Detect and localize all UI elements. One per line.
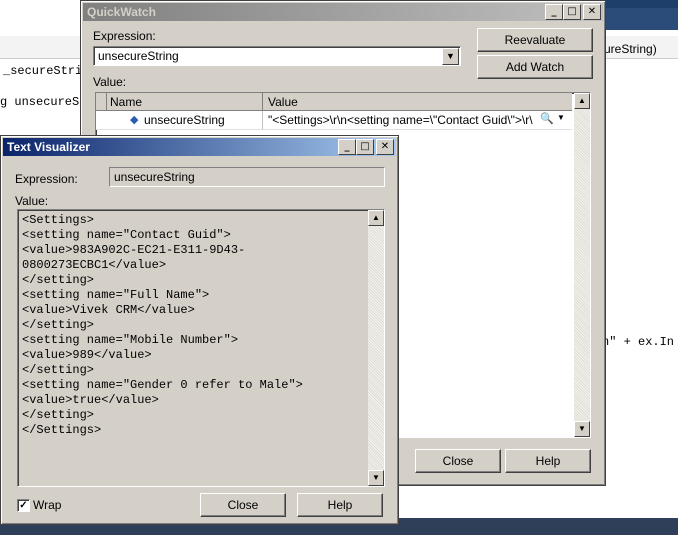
visualizer-value-label: Value: <box>15 194 49 208</box>
visualizer-expression-field: unsecureString <box>109 167 385 187</box>
quickwatch-titlebar[interactable]: QuickWatch _ □ ✕ <box>83 3 603 21</box>
grid-scrollbar[interactable]: ▲ ▼ <box>574 93 590 437</box>
visualizer-text-line: </setting> <box>22 273 95 287</box>
quickwatch-title: QuickWatch <box>87 5 156 19</box>
column-header-value[interactable]: Value <box>268 95 298 109</box>
visualizer-titlebar[interactable]: Text Visualizer _ □ ✕ <box>3 138 396 156</box>
row-value: "<Settings>\r\n<setting name=\"Contact G… <box>268 113 533 127</box>
visualizer-text-line: <value>true</value> <box>22 393 159 407</box>
magnifier-icon[interactable]: 🔍 <box>540 112 554 125</box>
visualizer-text-line: <setting name="Contact Guid"> <box>22 228 231 242</box>
visualizer-close-button[interactable]: Close <box>200 493 286 517</box>
scroll-down-icon[interactable]: ▼ <box>368 470 384 486</box>
text-visualizer-window: Text Visualizer _ □ ✕ Expression: unsecu… <box>0 135 399 525</box>
scroll-up-icon[interactable]: ▲ <box>368 210 384 226</box>
visualizer-help-button[interactable]: Help <box>297 493 383 517</box>
maximize-icon[interactable]: □ <box>563 4 581 20</box>
visualizer-text-line: </setting> <box>22 363 95 377</box>
scroll-down-icon[interactable]: ▼ <box>574 421 590 437</box>
visualizer-text-line: <value>983A902C-EC21-E311-9D43- <box>22 243 246 257</box>
reevaluate-button[interactable]: Reevaluate <box>477 28 593 52</box>
visualizer-text-line: </setting> <box>22 408 95 422</box>
visualizer-text-line: </Settings> <box>22 423 102 437</box>
expression-label: Expression: <box>93 29 156 43</box>
visualizer-text-line: <value>Vivek CRM</value> <box>22 303 195 317</box>
visualizer-expression-label: Expression: <box>15 172 78 186</box>
quickwatch-close-button[interactable]: Close <box>415 449 501 473</box>
close-icon[interactable]: ✕ <box>376 139 394 155</box>
visualizer-text-line: </setting> <box>22 318 95 332</box>
quickwatch-help-button[interactable]: Help <box>505 449 591 473</box>
column-header-name[interactable]: Name <box>110 95 142 109</box>
diamond-icon: ◆ <box>130 114 139 126</box>
visualizer-text-line: <Settings> <box>22 213 95 227</box>
minimize-icon[interactable]: _ <box>545 4 563 20</box>
visualizer-expression-value: unsecureString <box>114 170 195 184</box>
maximize-icon[interactable]: □ <box>356 139 374 155</box>
visualizer-text: <Settings> <setting name="Contact Guid"> <… <box>22 213 303 438</box>
wrap-label[interactable]: Wrap <box>33 498 61 512</box>
grid-header: Name Value <box>96 93 572 111</box>
visualizer-text-area[interactable]: <Settings> <setting name="Contact Guid"> <… <box>17 209 385 487</box>
wrap-checkbox[interactable]: ✓ <box>17 499 30 512</box>
expression-combobox[interactable]: unsecureString ▼ <box>93 46 461 66</box>
code-line: n" + ex.In <box>602 335 675 349</box>
code-line: _secureStri <box>3 64 83 78</box>
chevron-down-icon[interactable]: ▼ <box>442 48 459 65</box>
add-watch-button[interactable]: Add Watch <box>477 55 593 79</box>
visualizer-text-line: 0800273ECBC1</value> <box>22 258 167 272</box>
editor-tab[interactable] <box>0 0 81 30</box>
close-icon[interactable]: ✕ <box>583 4 601 20</box>
expression-value: unsecureString <box>98 49 179 63</box>
code-line: ureString) <box>604 42 657 56</box>
visualizer-scrollbar[interactable]: ▲ ▼ <box>368 210 384 486</box>
visualizer-text-line: <setting name="Gender 0 refer to Male"> <box>22 378 303 392</box>
visualizer-text-line: <value>989</value> <box>22 348 152 362</box>
check-icon: ✓ <box>19 500 28 511</box>
visualizer-text-line: <setting name="Full Name"> <box>22 288 210 302</box>
code-line: g unsecureS <box>0 95 80 109</box>
visualizer-text-line: <setting name="Mobile Number"> <box>22 333 239 347</box>
visualizer-title: Text Visualizer <box>7 140 90 154</box>
grid-row[interactable]: ◆ unsecureString "<Settings>\r\n<setting… <box>96 111 572 130</box>
value-label: Value: <box>93 75 127 89</box>
minimize-icon[interactable]: _ <box>338 139 356 155</box>
scroll-up-icon[interactable]: ▲ <box>574 93 590 109</box>
chevron-down-icon[interactable]: ▼ <box>557 113 565 122</box>
row-name: unsecureString <box>144 113 225 127</box>
